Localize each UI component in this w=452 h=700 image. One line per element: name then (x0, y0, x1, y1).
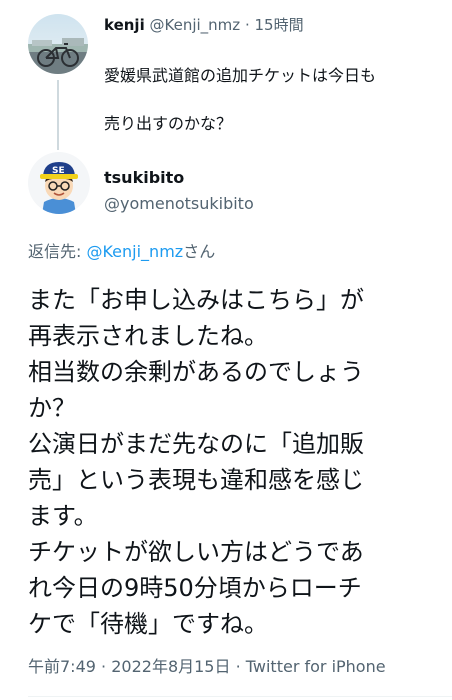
cartoon-person-cap-avatar-icon: SE (28, 152, 90, 214)
parent-text-line: 愛媛県武道館の追加チケットは今日も (104, 66, 377, 85)
tweet-body-line: ケで「待機」ですね。 (28, 610, 268, 638)
parent-author-name[interactable]: kenji (104, 16, 145, 34)
svg-text:SE: SE (52, 166, 65, 176)
main-author-name[interactable]: tsukibito (104, 166, 184, 190)
parent-separator: · (244, 16, 250, 34)
tweet-body-line: チケットが欲しい方はどうであ (28, 538, 364, 566)
main-avatar[interactable]: SE (28, 152, 90, 214)
tweet-body-text: また「お申し込みはこちら」が 再表示されましたね。 相当数の余剰があるのでしょう… (28, 282, 428, 642)
tweet-metadata: 午前7:49 · 2022年8月15日 · Twitter for iPhone (28, 655, 386, 679)
main-author-handle[interactable]: @yomenotsukibito (104, 192, 254, 216)
meta-separator: · (101, 657, 107, 676)
parent-tweet-text: 愛媛県武道館の追加チケットは今日も 売り出すのかな？ (104, 40, 434, 160)
parent-tweet-header: kenji @Kenji_nmz · 15時間 (104, 14, 304, 36)
tweet-body-line: ます。 (28, 502, 98, 530)
parent-timestamp[interactable]: 15時間 (255, 16, 304, 34)
parent-tweet[interactable]: kenji @Kenji_nmz · 15時間 愛媛県武道館の追加チケットは今日… (0, 0, 452, 150)
tweet-body-line: 売」という表現も違和感を感じ (28, 466, 364, 494)
tweet-body-line: 相当数の余剰があるのでしょう (28, 358, 364, 386)
tweet-time[interactable]: 午前7:49 (28, 657, 96, 676)
reply-to-line: 返信先: @Kenji_nmzさん (28, 240, 215, 264)
tweet-body-line: れ今日の9時50分頃からローチ (28, 574, 362, 602)
tweet-body-line: か？ (28, 394, 76, 422)
parent-text-line: 売り出すのかな？ (104, 114, 233, 133)
reply-prefix: 返信先: (28, 242, 87, 261)
tweet-source: Twitter for iPhone (245, 657, 386, 676)
tweet-body-line: 公演日がまだ先なのに「追加販 (28, 430, 364, 458)
thread-connector-line (57, 80, 59, 150)
bicycle-photo-avatar-icon (28, 14, 88, 74)
tweet-body-line: 再表示されましたね。 (28, 322, 268, 350)
meta-separator: · (235, 657, 241, 676)
parent-author-handle[interactable]: @Kenji_nmz (150, 16, 241, 34)
reply-mention-link[interactable]: @Kenji_nmz (86, 242, 183, 261)
tweet-body-line: また「お申し込みはこちら」が (28, 286, 364, 314)
divider (28, 696, 452, 697)
parent-avatar[interactable] (28, 14, 88, 74)
reply-suffix: さん (183, 242, 216, 261)
tweet-date[interactable]: 2022年8月15日 (111, 657, 230, 676)
